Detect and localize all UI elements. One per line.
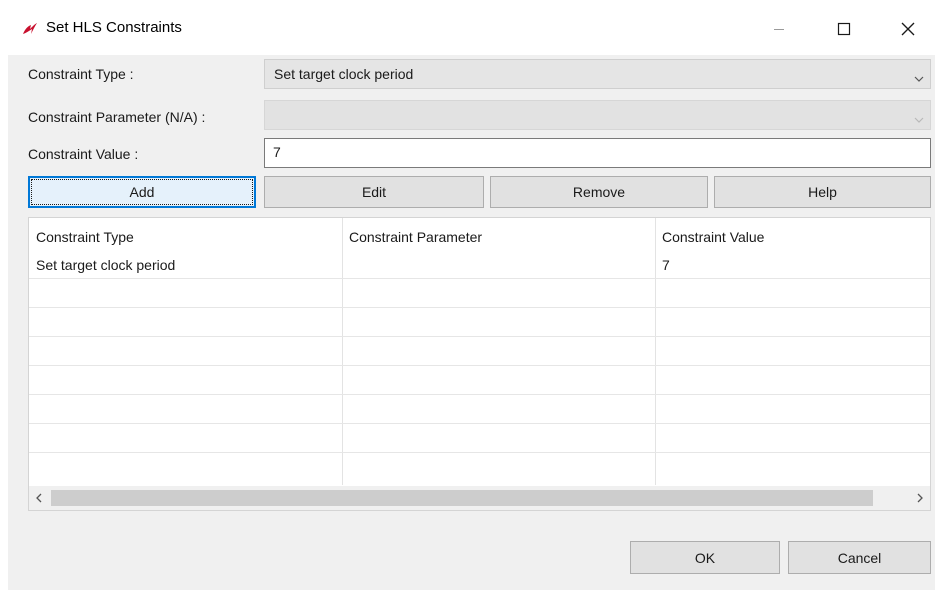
row-divider	[29, 278, 930, 279]
scroll-left-arrow-icon[interactable]	[29, 486, 49, 510]
close-icon	[901, 22, 915, 36]
help-button[interactable]: Help	[714, 176, 931, 208]
minimize-button[interactable]	[756, 14, 802, 44]
chevron-down-icon	[914, 111, 924, 127]
xilinx-logo-icon	[22, 21, 38, 37]
maximize-icon	[837, 22, 851, 36]
table-header-constraint-parameter[interactable]: Constraint Parameter	[349, 229, 482, 245]
column-divider	[655, 218, 656, 485]
row-divider	[29, 336, 930, 337]
cell-constraint-value: 7	[662, 257, 670, 273]
constraint-type-value: Set target clock period	[274, 66, 414, 82]
constraint-value-field[interactable]	[264, 138, 931, 168]
scroll-right-arrow-icon[interactable]	[910, 486, 930, 510]
table-header-constraint-type[interactable]: Constraint Type	[36, 229, 134, 245]
cancel-button[interactable]: Cancel	[788, 541, 931, 574]
title-bar[interactable]: Set HLS Constraints	[8, 0, 935, 55]
constraint-type-select[interactable]: Set target clock period	[264, 59, 931, 89]
constraints-table[interactable]: Constraint Type Constraint Parameter Con…	[28, 217, 931, 511]
close-button[interactable]	[885, 14, 931, 44]
constraint-param-label: Constraint Parameter (N/A) :	[28, 109, 206, 125]
dialog-window: Set HLS Constraints Constraint Type : Se…	[8, 0, 935, 590]
chevron-down-icon	[914, 70, 924, 86]
edit-button[interactable]: Edit	[264, 176, 484, 208]
ok-button[interactable]: OK	[630, 541, 780, 574]
window-title: Set HLS Constraints	[46, 19, 182, 36]
remove-button[interactable]: Remove	[490, 176, 708, 208]
maximize-button[interactable]	[821, 14, 867, 44]
horizontal-scrollbar[interactable]	[29, 486, 930, 510]
minimize-icon	[773, 23, 785, 35]
add-button[interactable]: Add	[28, 176, 256, 208]
scrollbar-thumb[interactable]	[51, 490, 873, 506]
row-divider	[29, 394, 930, 395]
constraint-value-label: Constraint Value :	[28, 146, 139, 162]
table-header-constraint-value[interactable]: Constraint Value	[662, 229, 764, 245]
row-divider	[29, 365, 930, 366]
cell-constraint-type: Set target clock period	[36, 257, 176, 273]
constraint-type-label: Constraint Type :	[28, 66, 134, 82]
row-divider	[29, 423, 930, 424]
row-divider	[29, 452, 930, 453]
constraint-param-select	[264, 100, 931, 130]
row-divider	[29, 307, 930, 308]
constraint-value-input[interactable]	[265, 139, 913, 165]
column-divider	[342, 218, 343, 485]
